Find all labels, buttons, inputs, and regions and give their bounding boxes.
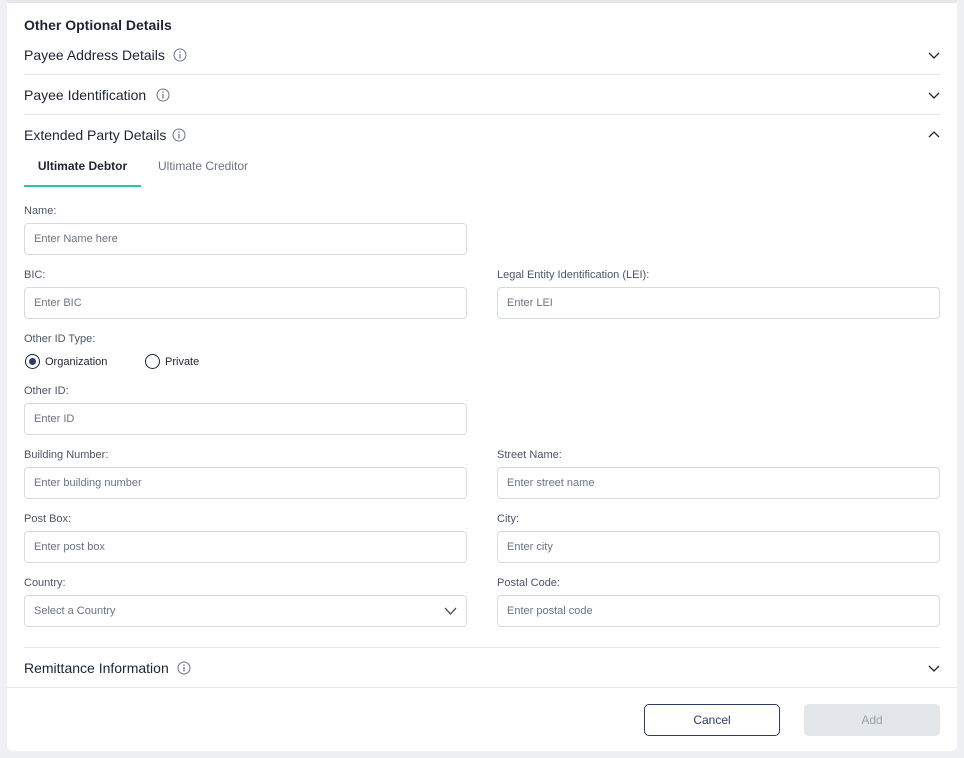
accordion-label: Payee Identification	[24, 87, 170, 103]
street-name-input[interactable]	[497, 467, 940, 499]
info-circle-icon[interactable]	[177, 661, 191, 675]
accordion-label: Payee Address Details	[24, 47, 187, 63]
radio-button[interactable]	[145, 354, 160, 369]
footer-divider	[7, 687, 957, 688]
add-button[interactable]: Add	[804, 704, 940, 736]
country-select-value: Select a Country	[34, 605, 116, 617]
info-circle-icon[interactable]	[156, 88, 170, 102]
other-id-input[interactable]	[24, 403, 467, 435]
street-name-label: Street Name:	[497, 449, 562, 461]
lei-input[interactable]	[497, 287, 940, 319]
radio-label: Organization	[45, 355, 108, 368]
info-circle-icon[interactable]	[173, 48, 187, 62]
country-select[interactable]: Select a Country	[24, 595, 467, 627]
accordion-extended-party[interactable]: Extended Party Details	[24, 115, 940, 155]
accordion-label: Extended Party Details	[24, 127, 186, 143]
name-input[interactable]	[24, 223, 467, 255]
radio-label: Private	[165, 355, 200, 368]
accordion-title: Extended Party Details	[24, 127, 167, 143]
accordion-title: Payee Address Details	[24, 46, 165, 63]
radio-organization[interactable]: Organization	[25, 354, 107, 369]
bic-input[interactable]	[24, 287, 467, 319]
accordion-title: Remittance Information	[24, 659, 169, 676]
lei-label: Legal Entity Identification (LEI):	[497, 269, 650, 281]
name-label: Name:	[24, 205, 57, 217]
radio-button-selected[interactable]	[25, 354, 40, 369]
section-title: Other Optional Details	[24, 17, 172, 33]
chevron-down-icon[interactable]	[928, 662, 940, 674]
bic-label: BIC:	[24, 269, 46, 281]
post-box-label: Post Box:	[24, 513, 72, 525]
chevron-up-icon[interactable]	[928, 129, 940, 141]
optional-details-card: Other Optional Details Payee Address Det…	[7, 0, 957, 751]
city-label: City:	[497, 513, 519, 525]
chevron-down-icon[interactable]	[928, 89, 940, 101]
country-label: Country:	[24, 577, 66, 589]
tab-ultimate-debtor[interactable]: Ultimate Debtor	[24, 153, 141, 187]
other-id-label: Other ID:	[24, 385, 69, 397]
chevron-down-icon	[444, 607, 457, 615]
chevron-down-icon[interactable]	[928, 49, 940, 61]
post-box-input[interactable]	[24, 531, 467, 563]
other-id-type-label: Other ID Type:	[24, 333, 96, 345]
radio-private[interactable]: Private	[145, 354, 199, 369]
accordion-label: Remittance Information	[24, 660, 191, 676]
tab-ultimate-creditor[interactable]: Ultimate Creditor	[145, 153, 261, 187]
city-input[interactable]	[497, 531, 940, 563]
accordion-payee-identification[interactable]: Payee Identification	[24, 75, 940, 115]
accordion-payee-address[interactable]: Payee Address Details	[24, 35, 940, 75]
building-number-label: Building Number:	[24, 449, 109, 461]
accordion-remittance[interactable]: Remittance Information	[24, 647, 940, 687]
info-circle-icon[interactable]	[172, 128, 186, 142]
building-number-input[interactable]	[24, 467, 467, 499]
accordion-title: Payee Identification	[24, 86, 147, 103]
postal-code-label: Postal Code:	[497, 577, 560, 589]
cancel-button[interactable]: Cancel	[644, 704, 780, 736]
postal-code-input[interactable]	[497, 595, 940, 627]
